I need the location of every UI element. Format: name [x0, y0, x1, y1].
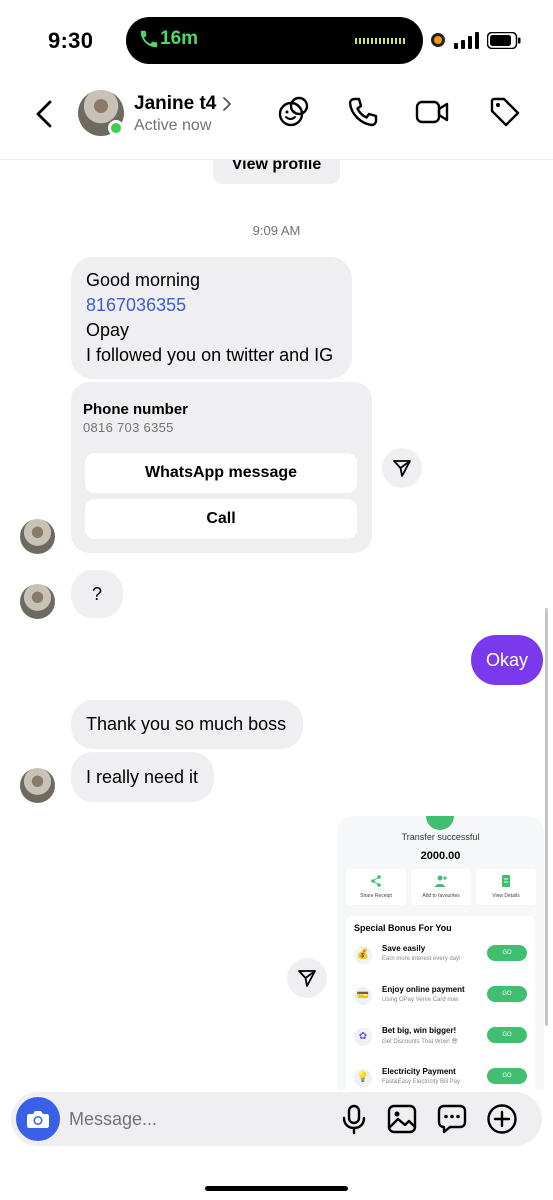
call-timer: 16m: [160, 28, 199, 49]
document-icon: [502, 875, 510, 887]
action-label: Share Receipt: [360, 893, 392, 899]
back-icon[interactable]: [28, 96, 64, 132]
camera-icon: [27, 1111, 49, 1128]
battery-icon: [487, 32, 521, 49]
go-button: GO: [487, 1068, 527, 1084]
add-icon[interactable]: [485, 1102, 519, 1136]
bonus-row: 💡 Electricity Payment Fast&Easy Electric…: [346, 1063, 535, 1090]
bonus-subtitle: Get Discounts That Wow! 😎: [382, 1039, 458, 1045]
bonus-title: Save easily: [382, 944, 426, 953]
go-button: GO: [487, 1027, 527, 1043]
chat-header: Janine t4 Active now: [0, 82, 553, 160]
bonus-row: 💰 Save easily Earn more interest every d…: [346, 940, 535, 976]
online-status-icon: [108, 120, 124, 136]
bonus-title: Enjoy online payment: [382, 985, 465, 994]
bonus-subtitle: Earn more interest every day!: [382, 956, 461, 962]
dynamic-island[interactable]: 16m: [126, 17, 423, 64]
transfer-status: Transfer successful: [401, 832, 480, 842]
view-details-action: View Details: [476, 869, 536, 905]
contact-avatar[interactable]: [20, 584, 55, 619]
contact-card[interactable]: Phone number 0816 703 6355 WhatsApp mess…: [71, 382, 372, 553]
bonus-title: Electricity Payment: [382, 1067, 456, 1076]
share-receipt-action: Share Receipt: [346, 869, 406, 905]
money-bag-icon: 💰: [354, 946, 372, 964]
message-composer: [11, 1092, 542, 1146]
whatsapp-message-button[interactable]: WhatsApp message: [85, 453, 357, 493]
incoming-message[interactable]: Good morning 8167036355 Opay I followed …: [71, 257, 352, 379]
effects-icon[interactable]: [276, 94, 312, 130]
tag-icon[interactable]: [487, 94, 523, 130]
audio-wave-icon: [355, 38, 405, 44]
status-bar: 9:30 16m: [0, 0, 553, 82]
chevron-right-icon[interactable]: [221, 95, 233, 113]
home-indicator[interactable]: [205, 1186, 348, 1191]
recording-indicator-icon: [431, 33, 445, 47]
incoming-message[interactable]: Thank you so much boss: [71, 700, 303, 749]
contact-name[interactable]: Janine t4: [134, 93, 216, 115]
go-button: GO: [487, 986, 527, 1002]
share-button[interactable]: [287, 958, 327, 998]
image-attachment[interactable]: Transfer successful 2000.00 Share Receip…: [337, 816, 544, 1090]
incoming-message[interactable]: I really need it: [71, 752, 214, 802]
contact-avatar[interactable]: [20, 768, 55, 803]
transfer-amount: 2000.00: [420, 850, 461, 862]
chat-thread[interactable]: View profile 9:09 AM Good morning 816703…: [0, 160, 553, 1090]
active-status: Active now: [134, 117, 212, 134]
signal-icon: [454, 32, 479, 49]
message-text: Good morning: [86, 270, 201, 290]
action-label: View Details: [492, 893, 520, 899]
phone-call-icon: [140, 30, 158, 48]
call-button[interactable]: Call: [85, 499, 357, 539]
flower-icon: ✿: [354, 1028, 372, 1046]
bonus-panel-title: Special Bonus For You: [354, 923, 452, 933]
phone-icon[interactable]: [345, 94, 381, 130]
incoming-message[interactable]: ?: [71, 570, 123, 618]
video-call-icon[interactable]: [414, 94, 450, 130]
outgoing-message[interactable]: Okay: [471, 635, 543, 685]
gallery-icon[interactable]: [385, 1102, 419, 1136]
message-text: I followed you on twitter and IG: [86, 345, 334, 365]
share-button[interactable]: [382, 448, 422, 488]
message-text: Opay: [86, 320, 130, 340]
lightbulb-icon: 💡: [354, 1069, 372, 1087]
scrollbar[interactable]: [545, 608, 548, 1026]
camera-button[interactable]: [16, 1097, 60, 1141]
card-title: Phone number: [83, 401, 189, 418]
card-icon: 💳: [354, 987, 372, 1005]
go-button: GO: [487, 945, 527, 961]
send-icon: [298, 970, 316, 987]
share-icon: [371, 875, 381, 887]
contact-avatar[interactable]: [20, 519, 55, 554]
bonus-subtitle: Using OPay Verve Card now: [382, 997, 459, 1003]
microphone-icon[interactable]: [337, 1102, 371, 1136]
status-time: 9:30: [48, 28, 94, 53]
phone-number-link[interactable]: 8167036355: [86, 293, 337, 318]
message-timestamp: 9:09 AM: [252, 223, 301, 238]
add-favourites-action: Add to favourites: [411, 869, 471, 905]
view-profile-button[interactable]: View profile: [213, 160, 340, 184]
card-phone-number: 0816 703 6355: [83, 420, 174, 435]
sticker-chat-icon[interactable]: [435, 1102, 469, 1136]
bonus-subtitle: Fast&Easy Electricity Bill Pay: [382, 1079, 461, 1085]
bonus-row: 💳 Enjoy online payment Using OPay Verve …: [346, 981, 535, 1017]
add-user-icon: [435, 875, 447, 887]
bonus-row: ✿ Bet big, win bigger! Get Discounts Tha…: [346, 1022, 535, 1058]
send-icon: [393, 460, 411, 477]
message-input[interactable]: [69, 1100, 329, 1138]
bonus-panel: Special Bonus For You 💰 Save easily Earn…: [346, 916, 535, 1090]
success-check-icon: [426, 816, 454, 830]
bonus-title: Bet big, win bigger!: [382, 1026, 457, 1035]
action-label: Add to favourites: [422, 893, 460, 899]
